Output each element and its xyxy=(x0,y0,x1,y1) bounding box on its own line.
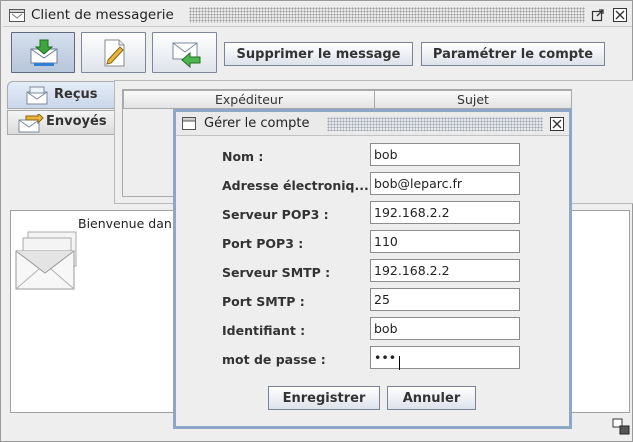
account-settings-button[interactable]: Paramétrer le compte xyxy=(421,42,605,66)
pop3-port-label: Port POP3 : xyxy=(222,236,304,251)
receive-mail-button[interactable] xyxy=(11,32,75,73)
username-field[interactable]: bob xyxy=(370,317,520,340)
name-field[interactable]: bob xyxy=(370,143,520,166)
cancel-button[interactable]: Annuler xyxy=(387,386,476,410)
reply-button[interactable] xyxy=(152,32,217,73)
pop3-port-field[interactable]: 110 xyxy=(370,230,520,253)
email-field[interactable]: bob@leparc.fr xyxy=(370,172,520,195)
dialog-window-icon xyxy=(182,117,196,130)
receive-mail-icon xyxy=(28,39,60,67)
window-titlebar[interactable]: Client de messagerie xyxy=(3,3,632,27)
dialog-title: Gérer le compte xyxy=(204,116,310,131)
reply-icon xyxy=(170,40,202,69)
password-field[interactable]: ••• xyxy=(370,346,520,369)
dialog-titlebar[interactable]: Gérer le compte xyxy=(176,112,569,136)
maximize-icon[interactable] xyxy=(591,8,605,22)
envelope-icon xyxy=(14,229,80,293)
password-label: mot de passe : xyxy=(222,352,326,367)
username-label: Identifiant : xyxy=(222,323,306,338)
preview-text: Bienvenue dan xyxy=(78,216,172,231)
smtp-port-field[interactable]: 25 xyxy=(370,288,520,311)
compose-button[interactable] xyxy=(81,32,146,73)
tab-received[interactable]: Reçus xyxy=(7,81,115,109)
smtp-port-label: Port SMTP : xyxy=(222,294,305,309)
text-caret xyxy=(399,356,400,370)
titlebar-grip xyxy=(189,7,585,23)
close-icon[interactable] xyxy=(613,8,627,22)
column-header-sender[interactable]: Expéditeur xyxy=(123,90,375,109)
sent-icon xyxy=(18,111,44,134)
manage-account-dialog: Gérer le compte Nom : bob Adresse électron… xyxy=(173,109,572,429)
pop3-server-field[interactable]: 192.168.2.2 xyxy=(370,201,520,224)
dialog-titlebar-grip xyxy=(327,117,543,131)
tab-sent[interactable]: Envoyés xyxy=(7,110,115,135)
window-icon xyxy=(9,8,25,22)
tab-sent-label: Envoyés xyxy=(46,114,107,129)
dialog-close-icon[interactable] xyxy=(550,117,564,131)
delete-message-button[interactable]: Supprimer le message xyxy=(224,42,413,66)
smtp-server-label: Serveur SMTP : xyxy=(222,265,331,280)
compose-icon xyxy=(102,38,128,68)
save-button[interactable]: Enregistrer xyxy=(268,386,380,410)
inbox-icon xyxy=(26,86,50,106)
name-label: Nom : xyxy=(222,149,264,164)
tab-received-label: Reçus xyxy=(54,87,98,102)
smtp-server-field[interactable]: 192.168.2.2 xyxy=(370,259,520,282)
window-title: Client de messagerie xyxy=(31,7,174,23)
resize-grip-icon[interactable] xyxy=(611,417,631,437)
email-label: Adresse électroniq... xyxy=(222,178,369,193)
column-header-subject[interactable]: Sujet xyxy=(374,90,572,109)
pop3-server-label: Serveur POP3 : xyxy=(222,207,329,222)
